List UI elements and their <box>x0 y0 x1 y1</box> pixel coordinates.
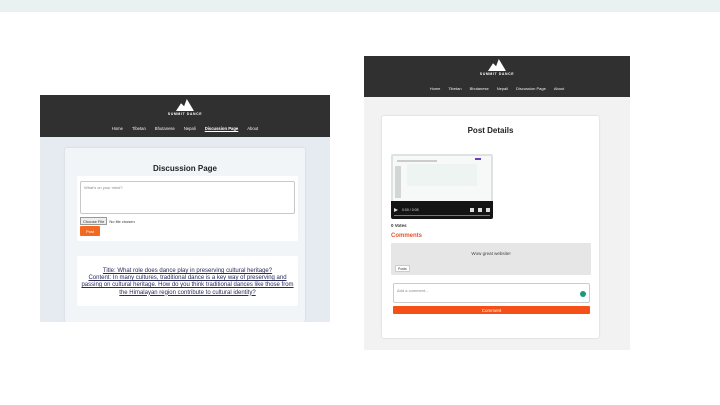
comments-heading: Comments <box>391 233 423 239</box>
nav-tibetan[interactable]: Tibetan <box>448 86 461 91</box>
post-textarea[interactable]: What's on your mind? <box>80 181 295 214</box>
logo-text: SUMMIT DANCE <box>479 72 515 76</box>
site-header: SUMMIT DANCE Home Tibetan Bhutanese Nepa… <box>40 95 330 137</box>
votes-count: 0 Votes <box>391 223 407 228</box>
comment-tag[interactable]: Posts <box>395 265 410 272</box>
frame-block <box>407 164 477 186</box>
site-logo[interactable]: SUMMIT DANCE <box>168 99 202 116</box>
page-title: Post Details <box>467 126 514 135</box>
nav-bhutanese[interactable]: Bhutanese <box>155 126 175 131</box>
volume-icon[interactable] <box>470 208 474 212</box>
comment-text: Wow great website! <box>471 251 511 256</box>
nav-tibetan[interactable]: Tibetan <box>132 126 146 131</box>
top-strip <box>0 0 720 12</box>
nav-discussion-page[interactable]: Discussion Page <box>205 126 239 131</box>
video-progress-bar[interactable] <box>394 215 490 216</box>
mountain-logo-icon <box>175 99 194 111</box>
logo-text: SUMMIT DANCE <box>167 112 203 116</box>
choose-file-button[interactable]: Choose File <box>80 217 108 225</box>
post-button[interactable]: Post <box>80 226 100 236</box>
post-details-card: Post Details 0:00 / 0:05 0 Votes Comment… <box>382 116 599 338</box>
page-title: Discussion Page <box>152 164 218 173</box>
comment-button[interactable]: Comment <box>393 306 590 314</box>
comment-input[interactable]: Add a comment... <box>393 283 590 303</box>
nav-nepali[interactable]: Nepali <box>497 86 508 91</box>
post-composer: What's on your mind? Choose File No file… <box>77 176 298 241</box>
post-item[interactable]: Title: What role does dance play in pres… <box>77 256 298 306</box>
frame-bar <box>397 160 437 162</box>
play-icon[interactable] <box>394 208 398 212</box>
site-logo[interactable]: SUMMIT DANCE <box>480 59 514 76</box>
nav-bhutanese[interactable]: Bhutanese <box>470 86 489 91</box>
more-options-icon[interactable] <box>486 208 490 212</box>
fullscreen-icon[interactable] <box>478 208 482 212</box>
nav-home[interactable]: Home <box>112 126 123 131</box>
video-frame <box>393 156 491 201</box>
post-title[interactable]: Title: What role does dance play in pres… <box>81 268 294 275</box>
video-player[interactable]: 0:00 / 0:05 <box>391 154 493 219</box>
nav-nepali[interactable]: Nepali <box>184 126 196 131</box>
post-content[interactable]: Content: In many cultures, traditional d… <box>81 275 294 297</box>
post-details-screenshot: SUMMIT DANCE Home Tibetan Bhutanese Nepa… <box>364 56 630 350</box>
frame-tag <box>475 158 481 160</box>
nav-about[interactable]: About <box>554 86 564 91</box>
nav-home[interactable]: Home <box>430 86 441 91</box>
nav-discussion-page[interactable]: Discussion Page <box>516 86 546 91</box>
comment-item: Wow great website! Posts <box>391 243 591 275</box>
mountain-logo-icon <box>487 59 506 71</box>
video-controls: 0:00 / 0:05 <box>391 201 493 219</box>
main-nav: Home Tibetan Bhutanese Nepali Discussion… <box>364 86 630 91</box>
emoji-icon[interactable] <box>580 291 586 297</box>
file-row: Choose File No file chosen <box>80 217 135 225</box>
main-nav: Home Tibetan Bhutanese Nepali Discussion… <box>40 126 330 131</box>
nav-about[interactable]: About <box>247 126 258 131</box>
discussion-card: Discussion Page What's on your mind? Cho… <box>65 148 305 322</box>
discussion-page-screenshot: SUMMIT DANCE Home Tibetan Bhutanese Nepa… <box>40 95 330 322</box>
video-time: 0:00 / 0:05 <box>402 208 419 212</box>
frame-sidebar <box>395 166 401 198</box>
comment-placeholder: Add a comment... <box>397 288 429 293</box>
site-header: SUMMIT DANCE Home Tibetan Bhutanese Nepa… <box>364 56 630 97</box>
file-status: No file chosen <box>109 218 135 224</box>
